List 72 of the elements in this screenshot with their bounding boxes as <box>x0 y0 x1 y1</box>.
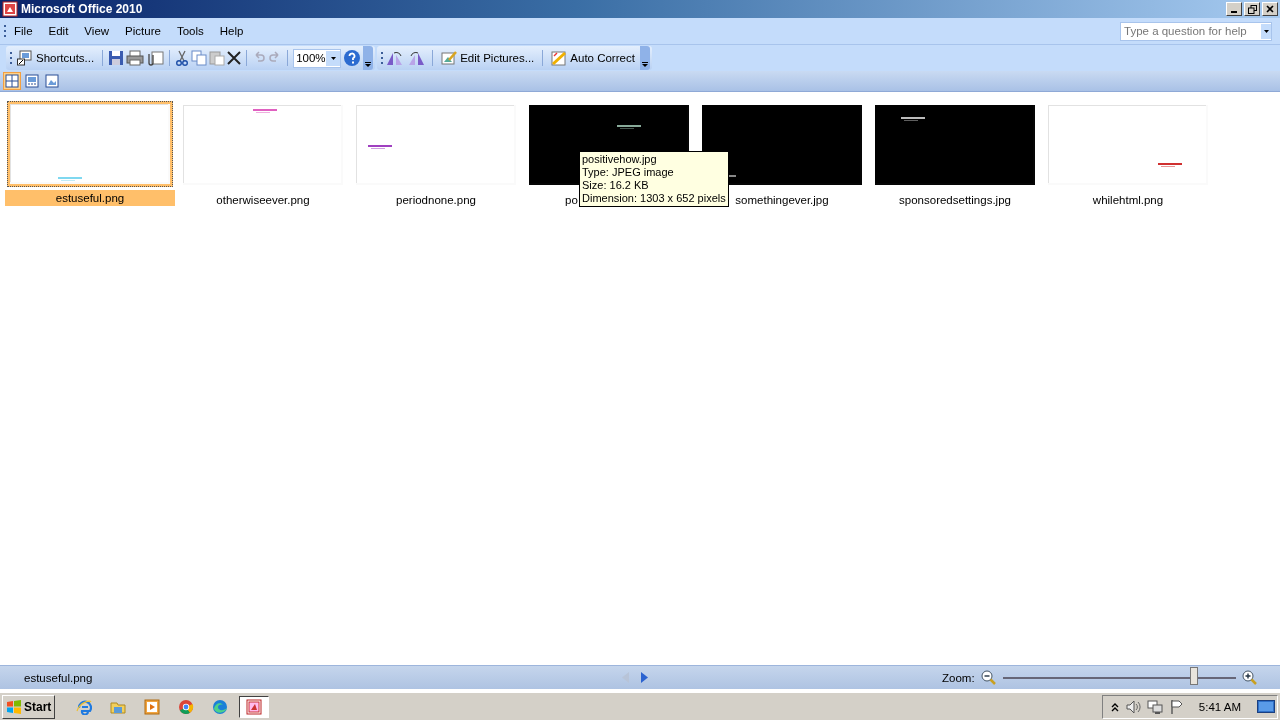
dropdown-arrow-icon <box>1263 29 1269 33</box>
view-mode-button[interactable] <box>3 72 21 90</box>
menu-item[interactable]: File <box>6 23 41 39</box>
toolbar-options-button[interactable] <box>639 46 650 70</box>
next-icon[interactable] <box>641 672 648 683</box>
show-desktop-icon[interactable] <box>1257 699 1275 714</box>
edge-icon <box>212 698 229 715</box>
help-search-field[interactable]: Type a question for help <box>1120 21 1272 41</box>
taskbar-button[interactable] <box>239 695 270 718</box>
toolbar-options-button[interactable] <box>363 46 374 70</box>
file-name: sponsoredsettings.jpg <box>899 193 1011 208</box>
edit-pictures-button[interactable]: Edit Pictures... <box>438 48 538 68</box>
edit-picture-icon <box>441 50 458 66</box>
restore-icon <box>1247 4 1257 14</box>
ie-icon <box>76 698 93 715</box>
chevron-up-icon[interactable] <box>1110 701 1119 712</box>
tooltip-line: Dimension: 1303 x 652 pixels <box>582 192 726 205</box>
chrome-icon <box>178 698 195 715</box>
file-name: whilehtml.png <box>1092 193 1164 208</box>
menu-item[interactable]: Edit <box>40 23 77 39</box>
close-icon <box>1266 5 1274 13</box>
cut-icon[interactable] <box>175 50 190 66</box>
zoom-out-icon[interactable] <box>980 669 997 686</box>
shortcuts-icon <box>17 50 33 66</box>
speaker-icon[interactable] <box>1124 698 1141 715</box>
grip-icon <box>381 50 384 66</box>
app-icon <box>2 1 18 17</box>
dropdown-arrow-icon <box>331 56 337 60</box>
restore-button[interactable] <box>1244 2 1260 16</box>
chevron-down-icon <box>641 62 648 67</box>
file-name: estuseful.png <box>5 190 175 206</box>
copy-icon[interactable] <box>191 50 208 66</box>
status-file-name: estuseful.png <box>24 671 94 684</box>
shortcuts-button[interactable]: Shortcuts... <box>14 48 98 68</box>
clock: 5:41 AM <box>1198 700 1241 713</box>
view-mode-button[interactable] <box>43 72 61 90</box>
help-icon[interactable] <box>343 49 362 67</box>
thumbnails-view-icon <box>5 74 19 88</box>
menu-item[interactable]: View <box>76 23 118 39</box>
windows-logo-icon <box>6 698 22 715</box>
start-button[interactable]: Start <box>2 694 56 719</box>
flag-icon[interactable] <box>1168 698 1185 715</box>
file-name: somethingever.jpg <box>735 193 829 208</box>
zoom-label: Zoom: <box>942 671 975 684</box>
tooltip-line: Size: 16.2 KB <box>582 179 650 192</box>
file-name: periodnone.png <box>396 193 476 208</box>
network-icon[interactable] <box>1146 698 1163 715</box>
print-icon[interactable] <box>126 50 145 66</box>
delete-icon[interactable] <box>227 51 242 65</box>
window-title: Microsoft Office 2010 <box>21 2 144 16</box>
tooltip-line: Type: JPEG image <box>582 166 675 179</box>
close-button[interactable] <box>1262 2 1278 16</box>
single-picture-view-icon <box>45 74 59 88</box>
attachment-icon[interactable] <box>146 50 165 66</box>
filmstrip-view-icon <box>25 74 39 88</box>
picture-manager-icon <box>246 698 263 715</box>
chevron-down-icon <box>365 62 372 67</box>
slider-thumb[interactable] <box>1189 666 1198 685</box>
auto-correct-button[interactable]: Auto Correct <box>548 48 638 68</box>
zoom-combo-box[interactable]: 100% <box>293 48 342 68</box>
menu-item[interactable]: Tools <box>168 23 212 39</box>
zoom-in-icon[interactable] <box>1241 669 1258 686</box>
minimize-button[interactable] <box>1226 2 1242 16</box>
file-name: otherwiseever.png <box>216 193 310 208</box>
media-player-icon <box>144 698 161 715</box>
file-name: po <box>565 193 578 208</box>
save-icon[interactable] <box>108 50 125 66</box>
menu-item[interactable]: Picture <box>117 23 169 39</box>
tooltip-line: positivehow.jpg <box>582 153 658 166</box>
menu-item[interactable]: Help <box>211 23 252 39</box>
view-mode-button[interactable] <box>23 72 41 90</box>
auto-correct-icon <box>551 50 568 66</box>
